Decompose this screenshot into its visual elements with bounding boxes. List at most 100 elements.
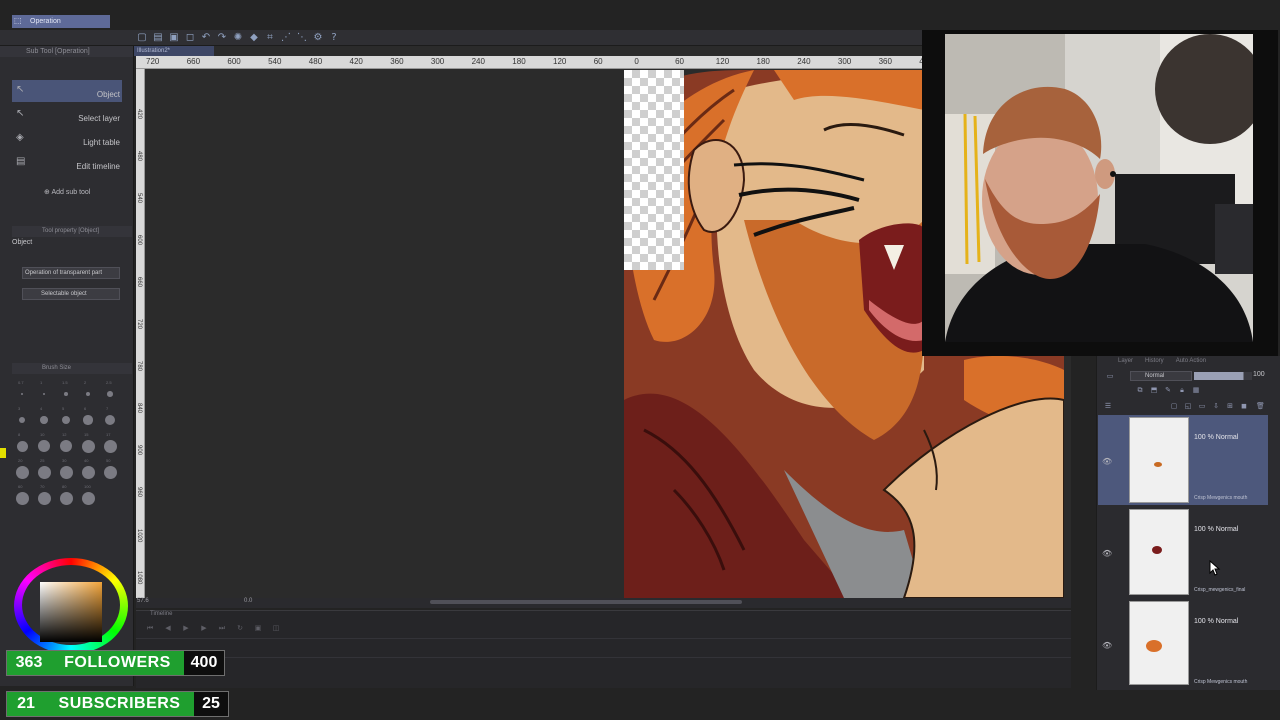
settings-icon[interactable]: ⚙: [312, 32, 324, 43]
blend-mode-dropdown[interactable]: Normal: [1130, 371, 1192, 381]
ruler-snap-icon[interactable]: ⋱: [296, 32, 308, 43]
brush-size-preset[interactable]: [37, 465, 51, 479]
brush-size-preset[interactable]: [21, 393, 23, 395]
sub-tool-select-layer[interactable]: ↖ Select layer: [12, 104, 122, 126]
mask-layer-icon[interactable]: ◼: [1240, 402, 1248, 410]
brush-size-label: 8: [18, 432, 21, 437]
sub-tool-label: Light table: [83, 138, 120, 147]
zoom-level[interactable]: 57.6: [137, 598, 149, 604]
saturation-value-square[interactable]: [40, 582, 102, 642]
loop-icon[interactable]: ↻: [236, 624, 244, 632]
tab-history[interactable]: History: [1145, 358, 1164, 368]
brush-size-preset[interactable]: [81, 439, 95, 453]
fill-icon[interactable]: ◆: [248, 32, 260, 43]
new-folder-icon[interactable]: ▭: [1198, 402, 1206, 410]
brush-size-preset[interactable]: [37, 491, 51, 505]
lock-layer-icon[interactable]: 🔒︎: [1178, 386, 1186, 394]
play-icon[interactable]: ▶: [182, 624, 190, 632]
brush-size-preset[interactable]: [18, 416, 26, 424]
canvas-tab[interactable]: Illustration2*: [134, 46, 214, 56]
layer-opacity-slider[interactable]: [1194, 372, 1252, 380]
horizontal-scrollbar[interactable]: [430, 600, 742, 604]
brush-size-preset[interactable]: [81, 465, 95, 479]
rotation-angle[interactable]: 0.0: [244, 598, 252, 604]
brush-size-preset[interactable]: [81, 491, 95, 505]
snap-icon[interactable]: ⋰: [280, 32, 292, 43]
brush-size-preset[interactable]: [59, 491, 73, 505]
new-cel-icon[interactable]: ▣: [254, 624, 262, 632]
next-frame-icon[interactable]: ▶: [200, 624, 208, 632]
brush-size-preset[interactable]: [61, 415, 71, 425]
transfer-layer-icon[interactable]: ⇩: [1212, 402, 1220, 410]
brush-size-preset[interactable]: [59, 439, 73, 453]
brush-size-preset[interactable]: [103, 439, 117, 453]
visibility-eye-icon[interactable]: 👁︎: [1102, 641, 1112, 650]
transparency-checker: [624, 70, 684, 270]
visibility-eye-icon[interactable]: 👁︎: [1102, 457, 1112, 466]
first-frame-icon[interactable]: ⏮: [146, 624, 154, 632]
onion-skin-icon[interactable]: ◫: [272, 624, 280, 632]
transform-icon[interactable]: ⌗: [264, 32, 276, 43]
last-frame-icon[interactable]: ⏭: [218, 624, 226, 632]
ruler-tick-label: 120: [715, 57, 730, 66]
selectable-object-dropdown[interactable]: Selectable object: [22, 288, 120, 300]
lock-transparency-icon[interactable]: ▦: [1192, 386, 1200, 394]
visibility-eye-icon[interactable]: 👁︎: [1102, 549, 1112, 558]
layer-item[interactable]: 👁︎ 100 % Normal Crisp_mewgenics_final: [1098, 507, 1268, 597]
clear-icon[interactable]: ◻: [184, 32, 196, 43]
help-icon[interactable]: ?: [328, 32, 340, 43]
open-file-icon[interactable]: ▤: [152, 32, 164, 43]
brush-size-preset[interactable]: [42, 392, 46, 396]
sub-tool-edit-timeline[interactable]: ▤ Edit timeline: [12, 152, 122, 174]
brush-size-preset[interactable]: [16, 440, 28, 452]
new-canvas-icon[interactable]: ▢: [136, 32, 148, 43]
brush-size-preset[interactable]: [103, 465, 117, 479]
layer-item[interactable]: 👁︎ 100 % Normal Crisp Mewgenics mouth: [1098, 415, 1268, 505]
reference-layer-icon[interactable]: ⬒: [1150, 386, 1158, 394]
sub-tool-object[interactable]: ↖ Object: [12, 80, 122, 102]
clip-layer-icon[interactable]: ⧉: [1136, 386, 1144, 394]
brush-size-preset[interactable]: [85, 391, 91, 397]
add-icon: ⊕: [44, 188, 50, 196]
brush-size-label: 1: [40, 380, 43, 385]
tab-layer[interactable]: Layer: [1118, 358, 1133, 368]
streamer-video: [945, 34, 1253, 342]
tab-auto-action[interactable]: Auto Action: [1176, 358, 1206, 368]
layer-opacity-value[interactable]: 100: [1253, 371, 1265, 378]
brush-size-preset[interactable]: [15, 465, 29, 479]
sub-tool-label: Select layer: [78, 114, 120, 123]
operation-group-button[interactable]: Operation: [12, 15, 110, 28]
brush-size-preset[interactable]: [59, 465, 73, 479]
color-wheel[interactable]: [12, 556, 130, 656]
prev-frame-icon[interactable]: ◀: [164, 624, 172, 632]
brush-size-preset[interactable]: [38, 440, 50, 452]
brush-size-preset[interactable]: [15, 491, 29, 505]
new-vector-layer-icon[interactable]: ◱: [1184, 402, 1192, 410]
ruler-tick-label: 420: [136, 109, 142, 120]
draft-layer-icon[interactable]: ✎: [1164, 386, 1172, 394]
timeline-track[interactable]: [136, 638, 1071, 658]
followers-current: 363: [7, 651, 51, 675]
brush-size-preset[interactable]: [104, 414, 116, 426]
layer-menu-icon[interactable]: ☰: [1104, 402, 1112, 410]
brush-size-preset[interactable]: [64, 392, 68, 396]
layer-item[interactable]: 👁︎ 100 % Normal Crisp Mewgenics mouth: [1098, 599, 1268, 687]
add-sub-tool-button[interactable]: ⊕ Add sub tool: [44, 188, 90, 196]
undo-icon[interactable]: ↶: [200, 32, 212, 43]
redo-icon[interactable]: ↷: [216, 32, 228, 43]
transparent-part-dropdown[interactable]: Operation of transparent part: [22, 267, 120, 279]
delete-layer-icon[interactable]: 🗑︎: [1256, 402, 1265, 410]
merge-layer-icon[interactable]: ⊞: [1226, 402, 1234, 410]
save-icon[interactable]: ▣: [168, 32, 180, 43]
loading-icon[interactable]: ✺: [232, 32, 244, 43]
brush-size-preset[interactable]: [83, 415, 93, 425]
timeline-header: Timeline: [150, 611, 173, 617]
sub-tool-light-table[interactable]: ◈ Light table: [12, 128, 122, 150]
brush-size-preset[interactable]: [40, 416, 48, 424]
ruler-tick-label: 900: [136, 445, 142, 456]
new-raster-layer-icon[interactable]: ▢: [1170, 402, 1178, 410]
brush-size-preset[interactable]: [107, 391, 113, 397]
edit-timeline-icon: ▤: [16, 156, 26, 167]
subscribers-goal-bar: 21 SUBSCRIBERS 25: [6, 691, 229, 717]
layer-settings-icon[interactable]: ▭: [1106, 372, 1114, 380]
